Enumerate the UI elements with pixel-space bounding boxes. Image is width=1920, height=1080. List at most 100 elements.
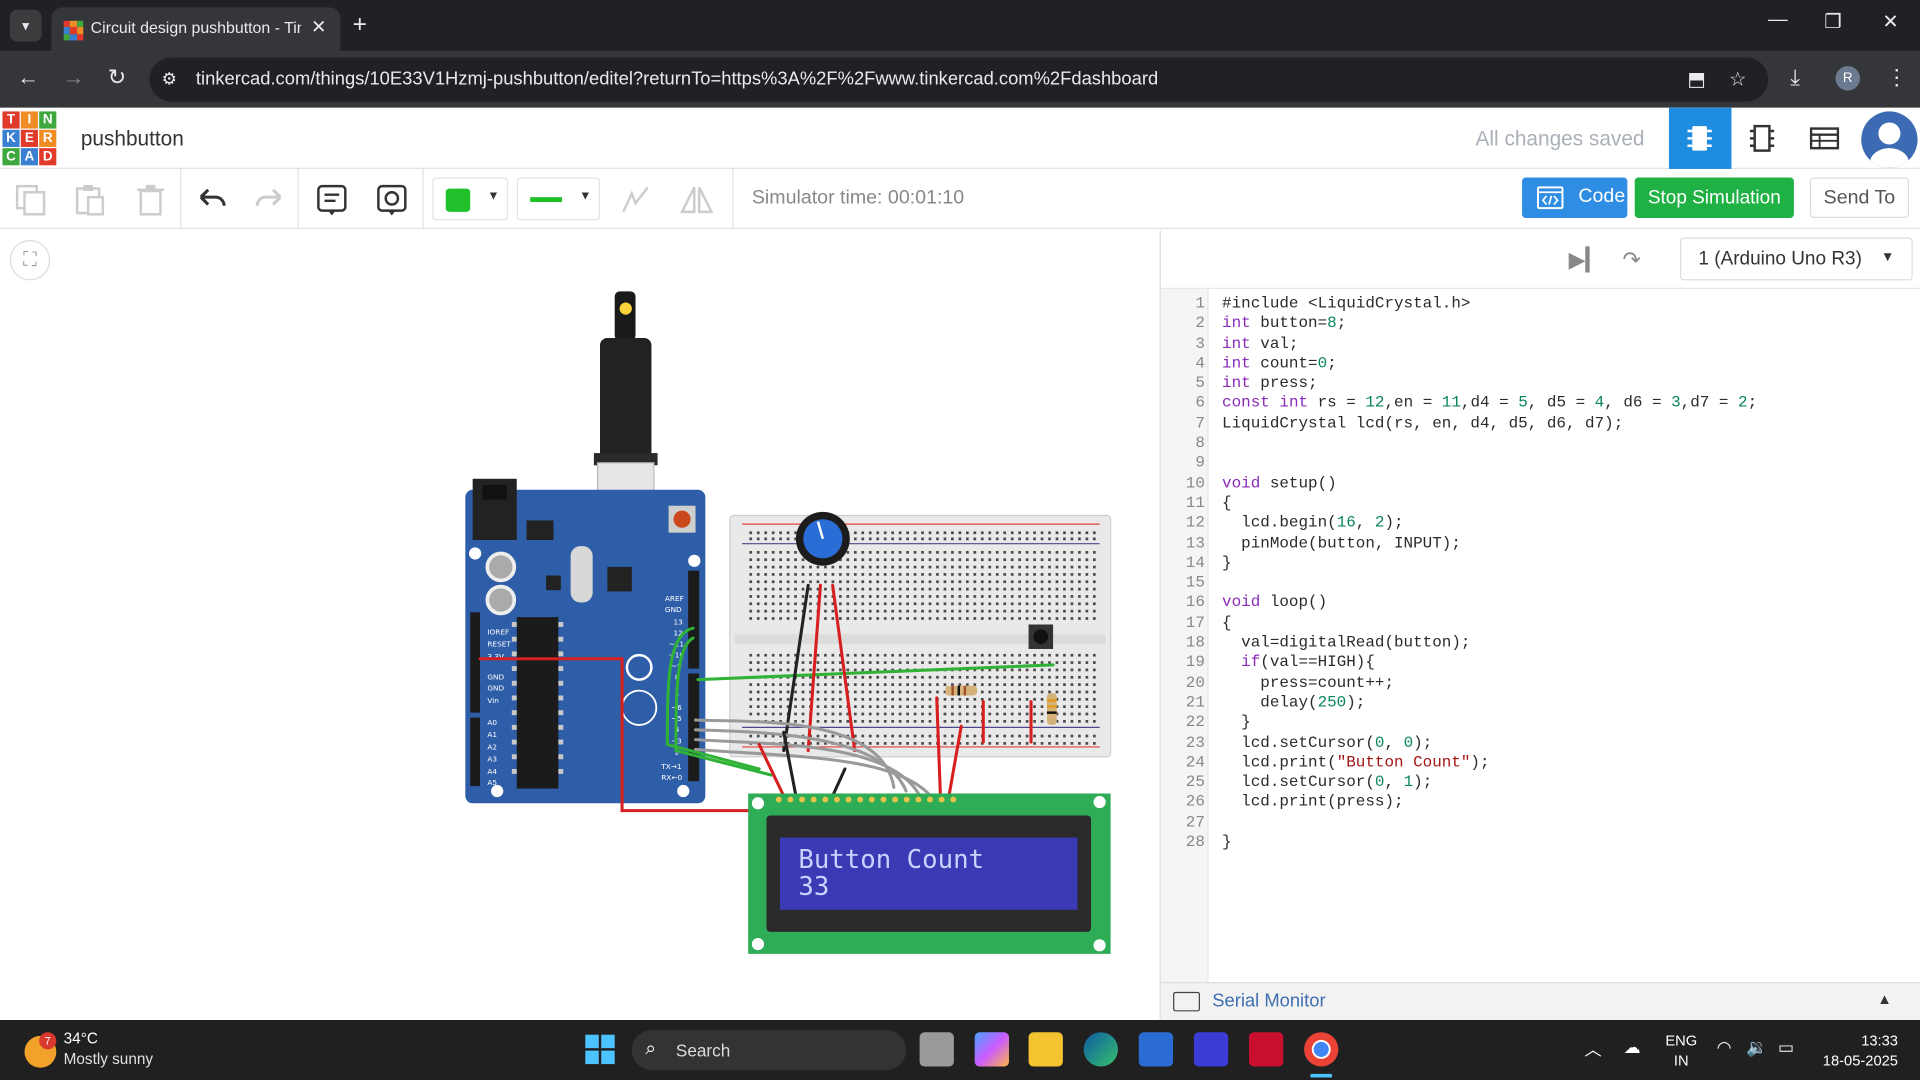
mcafee-icon[interactable] bbox=[1248, 1032, 1284, 1067]
code-line[interactable]: 11 { bbox=[1161, 493, 1920, 513]
site-info-icon[interactable]: ⚙ bbox=[162, 69, 177, 90]
code-line[interactable]: 25 lcd.setCursor(0, 1); bbox=[1161, 773, 1920, 793]
restore-icon[interactable]: ❐ bbox=[1809, 10, 1858, 34]
code-line[interactable]: 14} bbox=[1161, 553, 1920, 573]
code-line[interactable]: 22 } bbox=[1161, 713, 1920, 733]
send-to-button[interactable]: Send To bbox=[1809, 177, 1909, 218]
windows-start-icon[interactable] bbox=[584, 1033, 616, 1065]
taskbar-search[interactable]: ⌕ Search bbox=[631, 1029, 907, 1071]
code-line[interactable]: 26 lcd.print(press); bbox=[1161, 793, 1920, 813]
code-line[interactable]: 8 bbox=[1161, 434, 1920, 454]
wifi-icon[interactable]: ◠ bbox=[1717, 1037, 1732, 1058]
rotate-icon[interactable] bbox=[617, 181, 654, 218]
browser-menu-icon[interactable]: ⋮ bbox=[1886, 65, 1908, 91]
code-line[interactable]: 12 lcd.begin(16, 2); bbox=[1161, 513, 1920, 533]
resistor-1[interactable] bbox=[945, 685, 978, 696]
code-line[interactable]: 21 delay(250); bbox=[1161, 693, 1920, 713]
lcd-16x2-module[interactable]: Button Count 33 bbox=[748, 793, 1111, 954]
profile-avatar[interactable]: R bbox=[1835, 66, 1861, 91]
tab-search-dropdown-icon[interactable]: ▾ bbox=[9, 9, 42, 42]
code-editor[interactable]: 1 #include <LiquidCrystal.h> 2 int button=8… bbox=[1161, 294, 1920, 853]
notes-icon[interactable] bbox=[313, 181, 350, 218]
weather-widget[interactable]: 7 34°C Mostly sunny bbox=[24, 1030, 171, 1072]
task-view-icon[interactable] bbox=[919, 1032, 954, 1067]
redo-icon[interactable] bbox=[251, 181, 288, 218]
device-select[interactable]: 1 (Arduino Uno R3) ▼ bbox=[1680, 237, 1913, 281]
minimize-icon[interactable]: — bbox=[1753, 10, 1802, 32]
code-line[interactable]: 28} bbox=[1161, 833, 1920, 853]
pushbutton[interactable] bbox=[1028, 624, 1054, 649]
volume-icon[interactable]: 🔉 bbox=[1746, 1037, 1767, 1058]
schematic-view-button[interactable] bbox=[1731, 108, 1793, 169]
store-icon[interactable] bbox=[1138, 1032, 1174, 1067]
notes-visibility-icon[interactable] bbox=[373, 181, 410, 218]
code-line[interactable]: 2 int button=8; bbox=[1161, 314, 1920, 334]
onedrive-icon[interactable]: ☁ bbox=[1624, 1037, 1641, 1058]
copilot-icon[interactable] bbox=[974, 1032, 1009, 1067]
code-line[interactable]: 3 int val; bbox=[1161, 334, 1920, 354]
back-icon[interactable]: ← bbox=[17, 65, 39, 91]
language-indicator[interactable]: ENG IN bbox=[1665, 1031, 1697, 1070]
chrome-icon[interactable] bbox=[1304, 1032, 1339, 1067]
code-line[interactable]: 6 const int rs = 12,en = 11,d4 = 5, d5 = … bbox=[1161, 394, 1920, 414]
user-avatar-icon bbox=[1869, 122, 1909, 168]
debugger-step-over-icon[interactable]: ↷ bbox=[1622, 247, 1640, 273]
wire-color-picker[interactable]: ▼ bbox=[432, 177, 509, 221]
code-line[interactable]: 17 { bbox=[1161, 613, 1920, 633]
circuit-view-button[interactable] bbox=[1668, 107, 1732, 169]
stop-simulation-button[interactable]: Stop Simulation bbox=[1634, 177, 1794, 218]
tinkercad-logo[interactable]: T I N K E R C A D bbox=[2, 111, 57, 166]
wire-type-picker[interactable]: ▼ bbox=[516, 177, 601, 221]
code-line[interactable]: 5 int press; bbox=[1161, 374, 1920, 394]
resistor-2[interactable] bbox=[1046, 693, 1057, 725]
reload-icon[interactable]: ↻ bbox=[108, 65, 126, 91]
app-icon[interactable] bbox=[1193, 1032, 1229, 1067]
browser-tab-active[interactable]: Circuit design pushbutton - Tinkercad ✕ bbox=[51, 7, 341, 52]
paste-icon[interactable] bbox=[71, 181, 108, 218]
code-line[interactable]: 9 bbox=[1161, 454, 1920, 474]
code-text: int press; bbox=[1222, 373, 1318, 393]
hidden-icons-chevron-icon[interactable]: ︿ bbox=[1585, 1037, 1602, 1061]
serial-monitor-bar[interactable]: Serial Monitor ▲ bbox=[1160, 982, 1920, 1021]
address-bar[interactable]: ⚙ tinkercad.com/things/10E33V1Hzmj-pushb… bbox=[149, 57, 1769, 102]
circuit-canvas[interactable]: ⛶ IOREF RESET 3.3V GND GND Vin A0 A1 A2 … bbox=[0, 230, 1160, 1021]
battery-icon[interactable]: ▭ bbox=[1778, 1037, 1794, 1058]
potentiometer[interactable] bbox=[795, 511, 850, 566]
copy-icon[interactable] bbox=[12, 181, 49, 218]
chevron-up-icon[interactable]: ▲ bbox=[1877, 991, 1892, 1008]
debugger-step-icon[interactable]: ▶▎ bbox=[1569, 247, 1603, 273]
code-line[interactable]: 24 lcd.print("Button Count"); bbox=[1161, 753, 1920, 773]
bookmark-star-icon[interactable]: ☆ bbox=[1729, 67, 1747, 91]
code-line[interactable]: 1 #include <LiquidCrystal.h> bbox=[1161, 294, 1920, 314]
close-window-icon[interactable]: ✕ bbox=[1866, 10, 1915, 34]
code-line[interactable]: 16 void loop() bbox=[1161, 593, 1920, 613]
new-tab-icon[interactable]: + bbox=[353, 11, 367, 39]
code-line[interactable]: 15 bbox=[1161, 573, 1920, 593]
system-clock[interactable]: 13:33 18-05-2025 bbox=[1815, 1031, 1898, 1070]
user-avatar[interactable] bbox=[1861, 111, 1918, 168]
project-name[interactable]: pushbutton bbox=[81, 127, 184, 151]
code-line[interactable]: 20 press=count++; bbox=[1161, 673, 1920, 693]
code-line[interactable]: 23 lcd.setCursor(0, 0); bbox=[1161, 733, 1920, 753]
tab-close-icon[interactable]: ✕ bbox=[311, 16, 326, 38]
code-button[interactable]: Code bbox=[1522, 177, 1628, 218]
file-explorer-icon[interactable] bbox=[1028, 1032, 1063, 1067]
code-line[interactable]: 4 int count=0; bbox=[1161, 354, 1920, 374]
edge-icon[interactable] bbox=[1083, 1032, 1118, 1067]
install-app-icon[interactable]: ⬒ bbox=[1687, 67, 1706, 91]
components-list-button[interactable] bbox=[1794, 108, 1856, 169]
forward-icon[interactable]: → bbox=[62, 65, 84, 91]
code-line[interactable]: 13 pinMode(button, INPUT); bbox=[1161, 533, 1920, 553]
code-line[interactable]: 7 LiquidCrystal lcd(rs, en, d4, d5, d6, d… bbox=[1161, 414, 1920, 434]
code-line[interactable]: 10 void setup() bbox=[1161, 473, 1920, 493]
serial-monitor-icon bbox=[1173, 991, 1201, 1012]
code-line[interactable]: 27 bbox=[1161, 813, 1920, 833]
browser-toolbar: ← → ↻ ⚙ tinkercad.com/things/10E33V1Hzmj… bbox=[0, 51, 1920, 108]
arduino-uno-board[interactable]: IOREFRESET3.3VGNDGNDVinA0A1A2A3A4A5AREFG… bbox=[465, 478, 706, 804]
undo-icon[interactable] bbox=[193, 181, 230, 218]
delete-icon[interactable] bbox=[132, 181, 169, 218]
downloads-icon[interactable]: ⤓ bbox=[1790, 65, 1800, 91]
code-line[interactable]: 18 val=digitalRead(button); bbox=[1161, 633, 1920, 653]
code-line[interactable]: 19 if(val==HIGH){ bbox=[1161, 653, 1920, 673]
flip-icon[interactable] bbox=[678, 181, 715, 218]
